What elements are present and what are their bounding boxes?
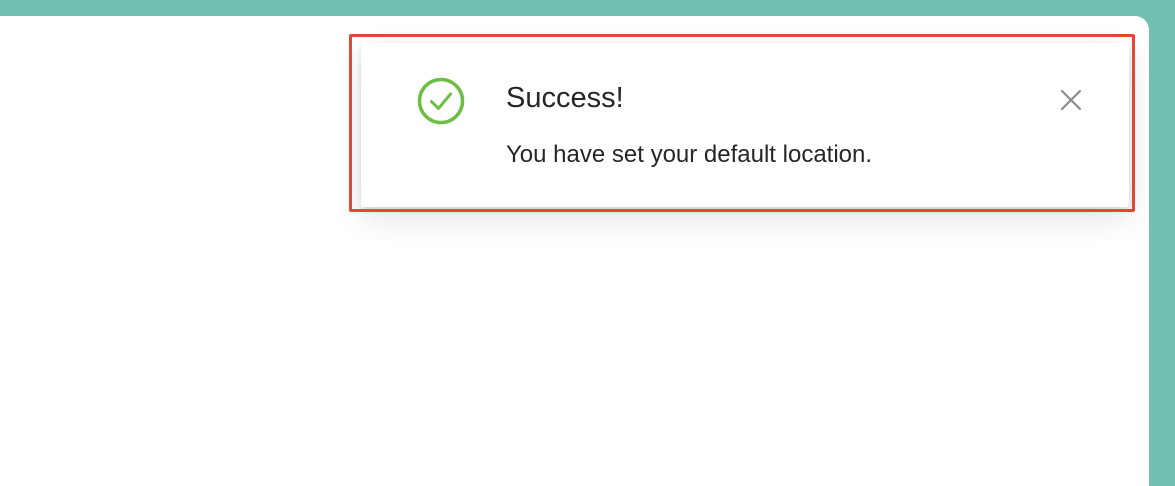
highlight-box [349, 34, 1135, 212]
